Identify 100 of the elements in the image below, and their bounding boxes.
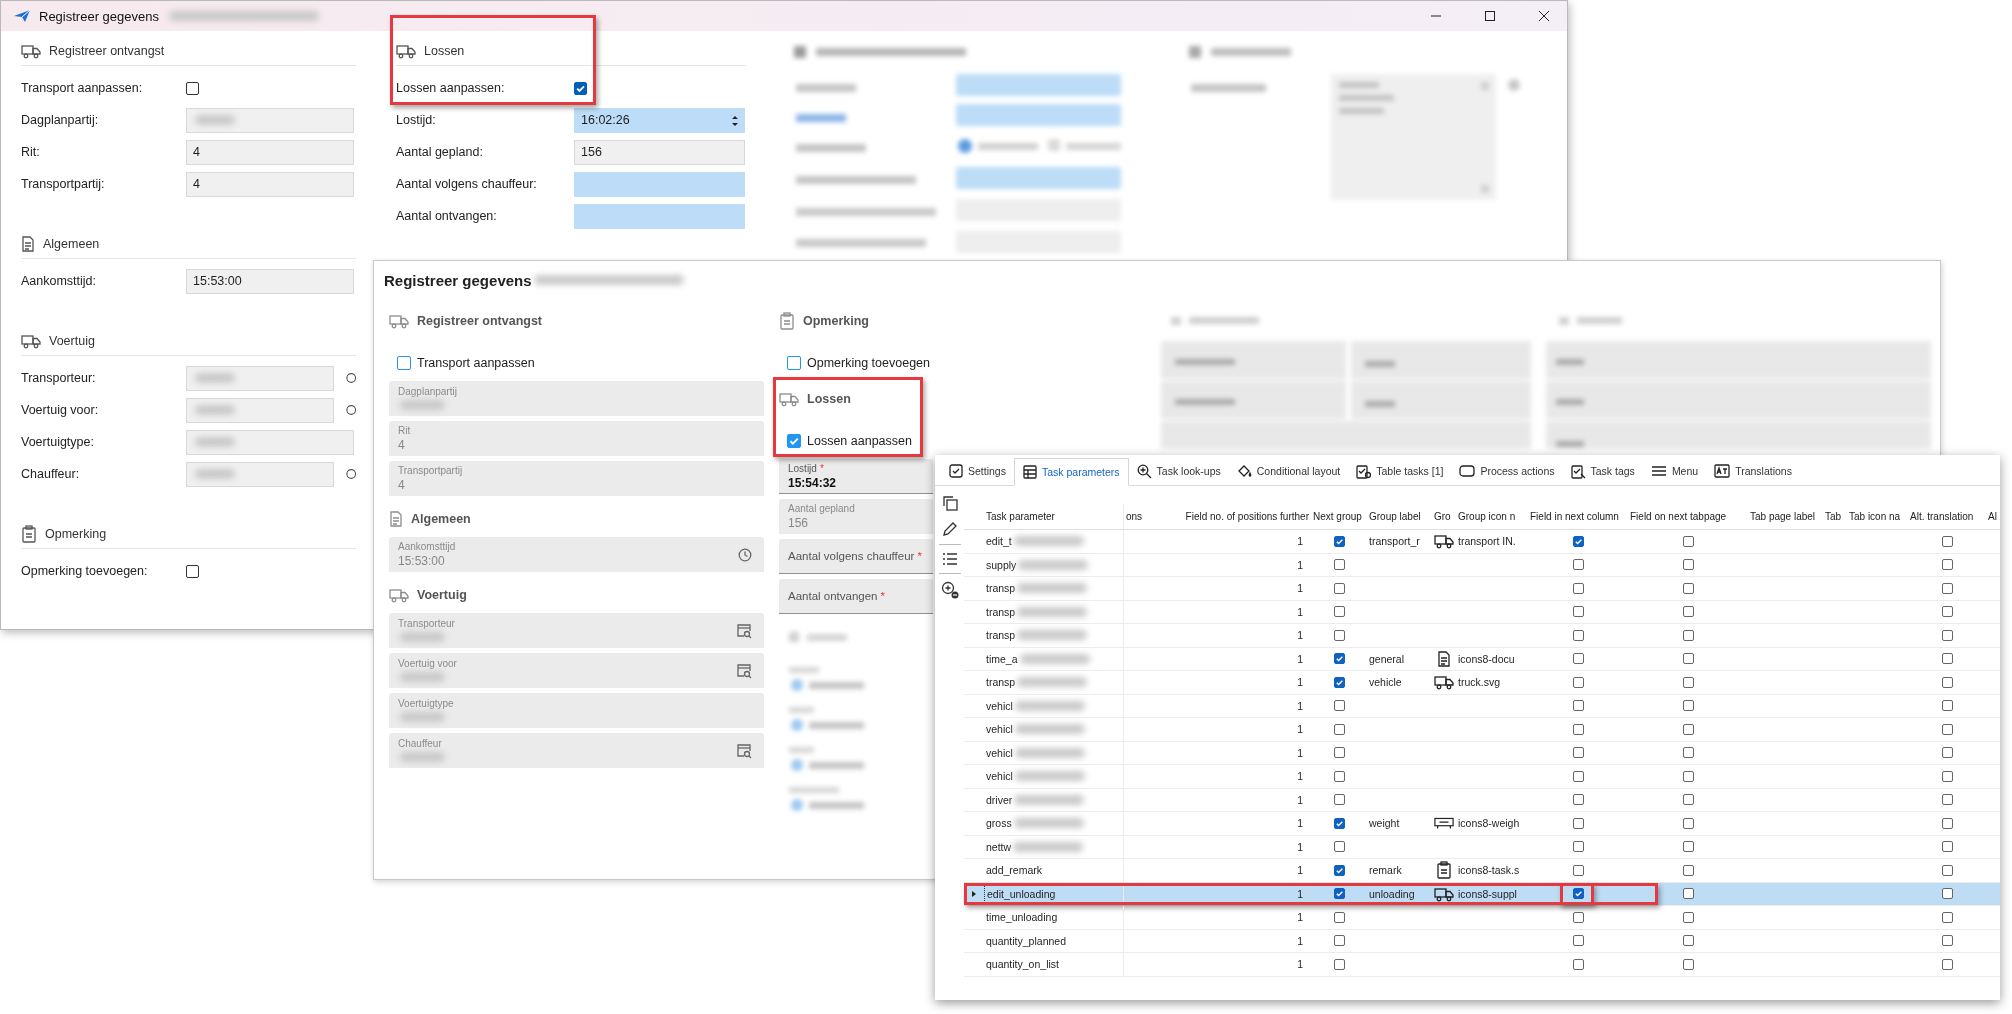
checkbox[interactable] [1941,606,1953,618]
maximize-icon[interactable] [1484,10,1496,22]
checkbox[interactable] [1572,817,1584,829]
checkbox[interactable] [1941,935,1953,947]
column-header[interactable]: Gro [1434,511,1451,522]
text-field[interactable]: Aantal volgens chauffeur * [779,539,933,574]
lookup-icon[interactable] [345,404,356,416]
edit-icon[interactable] [941,521,958,537]
checkbox[interactable] [1682,864,1694,876]
table-row[interactable]: transp 1 vehicle truck.svg [964,671,2000,695]
checkbox[interactable] [1333,582,1345,594]
column-header[interactable]: Tab page label [1750,511,1816,522]
checkbox[interactable] [1941,888,1953,900]
table-row[interactable]: time_a 1 general icons8-docu [964,647,2000,671]
column-header[interactable]: Field in next column [1530,511,1619,522]
column-header[interactable]: Tab [1825,511,1842,522]
text-field[interactable] [186,397,334,423]
table-row[interactable]: supply 1 [964,553,2000,577]
table-row[interactable]: vehicl 1 [964,741,2000,765]
checkbox[interactable] [1333,935,1345,947]
checkbox[interactable] [1682,653,1694,665]
checkbox[interactable] [1333,606,1345,618]
text-field[interactable]: 15:53:00 [186,268,354,294]
checkbox[interactable] [1333,559,1345,571]
checkbox[interactable] [1682,747,1694,759]
checkbox[interactable] [1333,888,1345,900]
checkbox[interactable] [1572,770,1584,782]
table-row[interactable]: edit_unloading 1 unloading icons8-suppl [964,882,2000,906]
checkbox[interactable] [1682,794,1694,806]
checkbox[interactable] [1682,723,1694,735]
table-row[interactable]: vehicl 1 [964,718,2000,742]
checkbox[interactable] [1941,841,1953,853]
table-row[interactable]: transp 1 [964,600,2000,624]
time-field[interactable]: 16:02:26 [574,107,745,133]
column-header[interactable]: Tab icon na [1849,511,1901,522]
column-header[interactable]: Next group [1313,511,1362,522]
checkbox[interactable] [397,356,411,370]
checkbox[interactable] [1333,817,1345,829]
checkbox[interactable] [1941,535,1953,547]
checkbox[interactable] [1572,676,1584,688]
checkbox[interactable] [1333,770,1345,782]
checkbox[interactable] [1682,676,1694,688]
checkbox[interactable] [1682,582,1694,594]
lookup-icon[interactable] [345,372,356,384]
checkbox[interactable] [1572,629,1584,641]
list-icon[interactable] [941,552,958,566]
tab[interactable]: Settings [941,457,1014,485]
checkbox[interactable] [1941,817,1953,829]
checkbox[interactable] [1333,700,1345,712]
checkbox[interactable] [186,564,199,578]
table-row[interactable]: edit_t 1 transport_r transport IN. [964,530,2000,554]
checkbox[interactable] [1572,582,1584,594]
checkbox[interactable] [1333,794,1345,806]
checkbox[interactable] [1941,653,1953,665]
tab[interactable]: Task tags [1562,457,1643,485]
tab[interactable]: Task parameters [1013,458,1129,486]
table-row[interactable]: vehicl 1 [964,694,2000,718]
lookup-icon[interactable] [345,468,356,480]
checkbox[interactable] [1682,629,1694,641]
checkbox[interactable] [1333,629,1345,641]
checkbox[interactable] [1333,723,1345,735]
checkbox[interactable] [1572,864,1584,876]
close-icon[interactable] [1538,10,1550,22]
tab[interactable]: Translations [1706,457,1800,485]
column-header[interactable]: Alt. translation [1910,511,1974,522]
table-row[interactable]: add_remark 1 remark icons8-task.s [964,859,2000,883]
table-row[interactable]: gross 1 weight icons8-weigh [964,812,2000,836]
checkbox[interactable] [1572,653,1584,665]
checkbox[interactable] [1941,582,1953,594]
checkbox[interactable] [1682,535,1694,547]
checkbox[interactable] [1572,700,1584,712]
checkbox[interactable] [186,81,199,95]
text-field[interactable]: 156 [574,139,745,165]
text-field[interactable] [186,365,334,391]
checkbox[interactable] [1941,958,1953,970]
table-row[interactable]: nettw 1 [964,835,2000,859]
checkbox[interactable] [1682,841,1694,853]
tab[interactable]: Menu [1642,457,1707,485]
checkbox[interactable] [1941,700,1953,712]
checkbox[interactable] [1572,958,1584,970]
column-header[interactable]: Group icon n [1458,511,1516,522]
checkbox[interactable] [1572,747,1584,759]
checkbox[interactable] [1682,770,1694,782]
checkbox[interactable] [1941,559,1953,571]
checkbox[interactable] [1682,888,1694,900]
zoom-icon[interactable] [940,581,959,599]
checkbox[interactable] [1333,747,1345,759]
text-field[interactable] [186,429,354,455]
table-row[interactable]: driver 1 [964,788,2000,812]
column-header[interactable]: Task parameter [986,511,1055,522]
checkbox[interactable] [1682,700,1694,712]
checkbox[interactable] [1333,535,1345,547]
checkbox[interactable] [1941,676,1953,688]
table-row[interactable]: transp 1 [964,624,2000,648]
tab[interactable]: Conditional layout [1228,457,1349,485]
checkbox[interactable] [787,356,801,370]
checkbox[interactable] [1572,559,1584,571]
checkbox[interactable] [1572,841,1584,853]
checkbox[interactable] [1682,817,1694,829]
checkbox[interactable] [1941,911,1953,923]
